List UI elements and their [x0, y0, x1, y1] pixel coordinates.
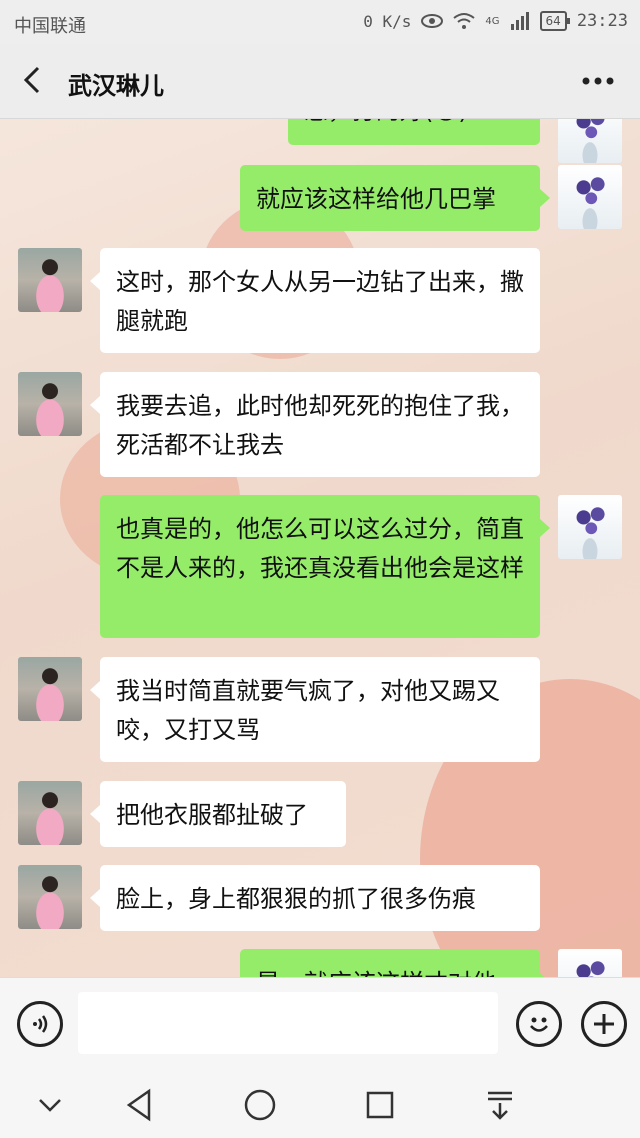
- avatar[interactable]: [18, 657, 82, 721]
- recents-square-icon: [366, 1091, 394, 1119]
- plus-icon: [594, 1014, 614, 1034]
- notification-pull-icon: [488, 1091, 512, 1120]
- avatar[interactable]: [18, 248, 82, 312]
- voice-button[interactable]: [17, 1001, 63, 1047]
- status-bar: 中国联通 0 K/s 4G 64 23:23: [0, 0, 640, 44]
- emoji-button[interactable]: [516, 1001, 562, 1047]
- avatar[interactable]: [558, 949, 622, 977]
- chat-header: 武汉琳儿: [0, 44, 640, 119]
- message-bubble[interactable]: 我当时简直就要气疯了，对他又踢又咬，又打又骂: [90, 657, 540, 762]
- back-triangle-icon: [126, 1088, 151, 1122]
- avatar[interactable]: [18, 372, 82, 436]
- more-button[interactable]: [578, 64, 618, 98]
- emoji-icon: [530, 1017, 548, 1032]
- nav-back-button[interactable]: [119, 1085, 159, 1125]
- message-bubble[interactable]: 我要去追，此时他却死死的抱住了我，死活都不让我去: [90, 372, 540, 477]
- battery-indicator: 64: [539, 11, 571, 31]
- avatar[interactable]: [558, 495, 622, 559]
- system-nav-bar: [0, 1069, 640, 1138]
- network-type: 4G: [485, 15, 500, 27]
- signal-icon: [510, 12, 529, 30]
- avatar[interactable]: [558, 165, 622, 229]
- message-bubble[interactable]: 也真是的，他怎么可以这么过分，简直不是人来的，我还真没看出他会是这样: [100, 495, 550, 638]
- nav-home-button[interactable]: [240, 1085, 280, 1125]
- input-bar: [0, 977, 640, 1070]
- avatar[interactable]: [558, 119, 622, 163]
- message-bubble[interactable]: 就应该这样给他几巴掌: [240, 165, 550, 231]
- notification-pull-button[interactable]: [480, 1085, 520, 1125]
- avatar[interactable]: [18, 865, 82, 929]
- message-bubble[interactable]: 态，打的好(😠): [288, 119, 540, 145]
- chat-area[interactable]: 态，打的好(😠) 就应该这样给他几巴掌 这时，那个女人从另一边钻了出来，撒腿就跑…: [0, 119, 640, 977]
- chat-title: 武汉琳儿: [68, 72, 164, 100]
- wifi-icon: [453, 13, 476, 29]
- net-speed: 0 K/s: [363, 11, 412, 31]
- nav-recents-button[interactable]: [360, 1085, 400, 1125]
- add-button[interactable]: [581, 1001, 627, 1047]
- home-circle-icon: [244, 1089, 276, 1121]
- hide-keyboard-button[interactable]: [30, 1085, 70, 1125]
- clock: 23:23: [576, 11, 628, 31]
- message-bubble[interactable]: 这时，那个女人从另一边钻了出来，撒腿就跑: [90, 248, 540, 353]
- back-chevron-icon: [23, 66, 40, 94]
- chevron-down-icon: [39, 1099, 61, 1112]
- message-bubble[interactable]: 脸上，身上都狠狠的抓了很多伤痕: [90, 865, 540, 931]
- message-bubble[interactable]: 把他衣服都扯破了: [90, 781, 346, 847]
- back-button[interactable]: [16, 62, 52, 98]
- message-bubble[interactable]: 是，就应该这样才对他: [240, 949, 550, 977]
- eye-icon: [421, 14, 444, 28]
- voice-icon: [33, 1015, 48, 1033]
- more-dots-icon: [582, 77, 614, 85]
- message-input[interactable]: [78, 992, 498, 1054]
- carrier-name: 中国联通: [14, 16, 86, 37]
- avatar[interactable]: [18, 781, 82, 845]
